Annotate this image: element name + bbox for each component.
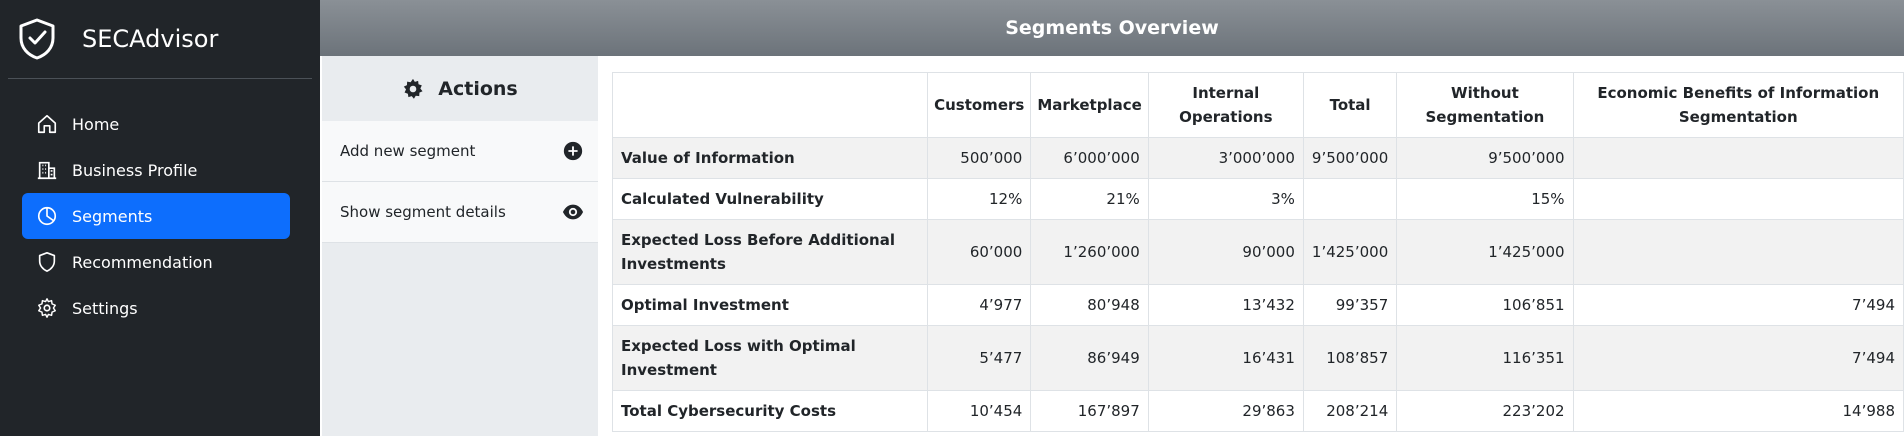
table-cell: 208’214 — [1302, 390, 1398, 432]
table-header-row: Customers Marketplace Internal Operation… — [611, 72, 1904, 138]
table-cell: 3’000’000 — [1147, 137, 1304, 179]
table-cell: 3% — [1147, 178, 1304, 220]
building-icon — [37, 161, 57, 180]
table-cell: 14’988 — [1572, 390, 1904, 432]
sidebar-item-label: Business Profile — [72, 160, 198, 180]
table-cell: 9’500’000 — [1302, 137, 1398, 179]
sidebar-item-label: Home — [72, 114, 120, 134]
show-segment-details-button[interactable]: Show segment details — [322, 182, 598, 243]
table-cell: 60’000 — [927, 219, 1032, 285]
sidebar-item-label: Settings — [72, 298, 138, 318]
table-cell: 21% — [1030, 178, 1149, 220]
sidebar-nav: Home Business Profile Segments Recommend… — [0, 101, 320, 331]
sidebar-item-home[interactable]: Home — [22, 101, 290, 147]
segments-table-area: Customers Marketplace Internal Operation… — [598, 56, 1904, 436]
sidebar-item-label: Segments — [72, 206, 153, 226]
table-cell: 1’425’000 — [1396, 219, 1574, 285]
shield-check-logo-icon — [19, 18, 55, 60]
table-cell: 29’863 — [1147, 390, 1304, 432]
row-label: Optimal Investment — [611, 284, 929, 326]
sidebar-divider — [8, 78, 312, 79]
column-header: Marketplace — [1030, 72, 1149, 138]
gear-icon — [38, 298, 56, 318]
shield-icon — [38, 252, 56, 272]
table-cell: 16’431 — [1147, 325, 1304, 391]
column-header: Internal Operations — [1147, 72, 1304, 138]
table-row: Expected Loss Before Additional Investme… — [611, 219, 1904, 285]
table-cell: 12% — [927, 178, 1032, 220]
table-cell: 86’949 — [1030, 325, 1149, 391]
add-new-segment-button[interactable]: Add new segment — [322, 121, 598, 182]
table-cell — [1302, 178, 1398, 220]
sidebar-item-recommendation[interactable]: Recommendation — [22, 239, 290, 285]
eye-icon — [562, 204, 584, 220]
table-cell: 7’494 — [1572, 284, 1904, 326]
app-name: SECAdvisor — [82, 25, 219, 53]
table-cell: 9’500’000 — [1396, 137, 1574, 179]
actions-title-label: Actions — [438, 77, 518, 100]
table-cell: 90’000 — [1147, 219, 1304, 285]
table-cell: 10’454 — [927, 390, 1032, 432]
table-cell: 5’477 — [927, 325, 1032, 391]
column-header: Economic Benefits of Information Segment… — [1572, 72, 1904, 138]
table-cell: 167’897 — [1030, 390, 1149, 432]
column-header: Without Segmentation — [1396, 72, 1574, 138]
action-label: Add new segment — [340, 142, 476, 160]
row-label: Expected Loss Before Additional Investme… — [611, 219, 929, 285]
table-cell: 1’260’000 — [1030, 219, 1149, 285]
gear-icon — [404, 78, 423, 99]
column-header: Customers — [927, 72, 1032, 138]
table-cell: 7’494 — [1572, 325, 1904, 391]
table-cell: 4’977 — [927, 284, 1032, 326]
home-icon — [37, 114, 57, 134]
page-header: Segments Overview — [320, 0, 1904, 56]
actions-title: Actions — [322, 56, 598, 121]
row-label: Expected Loss with Optimal Investment — [611, 325, 929, 391]
table-cell — [1572, 137, 1904, 179]
plus-circle-icon — [563, 141, 583, 161]
actions-panel: Actions Add new segment Show segment det… — [322, 56, 598, 436]
table-cell: 500’000 — [927, 137, 1032, 179]
table-cell: 106’851 — [1396, 284, 1574, 326]
segments-table: Customers Marketplace Internal Operation… — [611, 72, 1904, 432]
table-cell: 99’357 — [1302, 284, 1398, 326]
table-cell: 80’948 — [1030, 284, 1149, 326]
sidebar-item-business-profile[interactable]: Business Profile — [22, 147, 290, 193]
table-cell: 223’202 — [1396, 390, 1574, 432]
sidebar-item-label: Recommendation — [72, 252, 213, 272]
table-row: Value of Information 500’000 6’000’000 3… — [611, 137, 1904, 179]
action-label: Show segment details — [340, 203, 506, 221]
row-label: Calculated Vulnerability — [611, 178, 929, 220]
table-row: Optimal Investment 4’977 80’948 13’432 9… — [611, 284, 1904, 326]
table-cell: 1’425’000 — [1302, 219, 1398, 285]
row-label: Total Cybersecurity Costs — [611, 390, 929, 432]
table-cell — [1572, 219, 1904, 285]
table-cell — [1572, 178, 1904, 220]
table-row: Expected Loss with Optimal Investment 5’… — [611, 325, 1904, 391]
sidebar: SECAdvisor Home Business Profile Segment… — [0, 0, 320, 436]
table-cell: 15% — [1396, 178, 1574, 220]
pie-chart-icon — [37, 206, 57, 226]
table-cell: 6’000’000 — [1030, 137, 1149, 179]
page-title: Segments Overview — [1005, 17, 1219, 39]
sidebar-item-settings[interactable]: Settings — [22, 285, 290, 331]
column-header — [611, 72, 929, 138]
table-cell: 116’351 — [1396, 325, 1574, 391]
brand[interactable]: SECAdvisor — [0, 0, 320, 78]
table-row: Calculated Vulnerability 12% 21% 3% 15% — [611, 178, 1904, 220]
column-header: Total — [1302, 72, 1398, 138]
table-cell: 108’857 — [1302, 325, 1398, 391]
table-cell: 13’432 — [1147, 284, 1304, 326]
table-row: Total Cybersecurity Costs 10’454 167’897… — [611, 390, 1904, 432]
sidebar-item-segments[interactable]: Segments — [22, 193, 290, 239]
row-label: Value of Information — [611, 137, 929, 179]
